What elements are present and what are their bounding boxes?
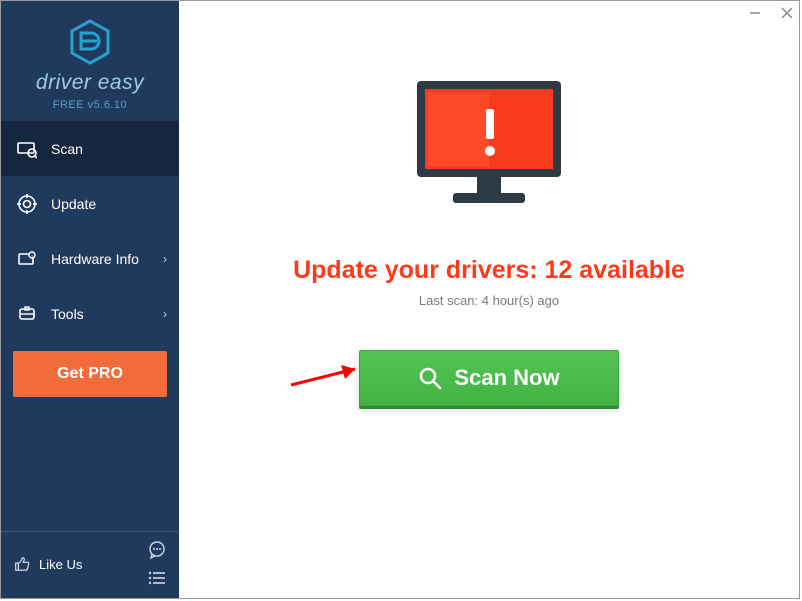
update-icon <box>15 194 39 214</box>
scan-button-label: Scan Now <box>454 365 559 391</box>
nav: Scan Update i Hardware Info › Tools <box>1 121 179 341</box>
monitor-alert-graphic <box>399 75 579 230</box>
close-button[interactable] <box>778 4 796 22</box>
scan-now-button[interactable]: Scan Now <box>359 350 619 406</box>
close-icon <box>781 7 793 19</box>
like-us-button[interactable]: Like Us <box>13 555 82 573</box>
nav-item-scan[interactable]: Scan <box>1 121 179 176</box>
nav-item-label: Tools <box>51 306 84 322</box>
menu-list-icon[interactable] <box>147 568 167 588</box>
chevron-right-icon: › <box>163 252 167 266</box>
app-version: FREE v5.6.10 <box>1 99 179 111</box>
sidebar-footer: Like Us <box>1 531 179 598</box>
tools-icon <box>15 304 39 324</box>
hardware-info-icon: i <box>15 249 39 269</box>
headline-text: Update your drivers: 12 available <box>293 256 685 285</box>
app-window: driver easy FREE v5.6.10 Scan Update i <box>0 0 800 599</box>
footer-icons <box>147 540 167 588</box>
svg-text:i: i <box>31 254 32 260</box>
nav-item-label: Update <box>51 196 96 212</box>
scan-icon <box>15 139 39 159</box>
minimize-button[interactable] <box>746 4 764 22</box>
annotation-arrow-icon <box>287 355 377 395</box>
app-logo-icon <box>67 19 113 65</box>
nav-item-tools[interactable]: Tools › <box>1 286 179 341</box>
logo-block: driver easy FREE v5.6.10 <box>1 1 179 121</box>
last-scan-text: Last scan: 4 hour(s) ago <box>419 293 559 308</box>
sidebar: driver easy FREE v5.6.10 Scan Update i <box>1 1 179 598</box>
main-panel: Update your drivers: 12 available Last s… <box>179 1 799 598</box>
minimize-icon <box>749 7 761 19</box>
app-brand-name: driver easy <box>1 71 179 95</box>
nav-item-label: Scan <box>51 141 83 157</box>
nav-item-update[interactable]: Update <box>1 176 179 231</box>
nav-item-label: Hardware Info <box>51 251 139 267</box>
window-controls <box>746 4 796 22</box>
thumbs-up-icon <box>13 555 31 573</box>
like-us-label: Like Us <box>39 557 82 572</box>
chevron-right-icon: › <box>163 307 167 321</box>
magnifier-icon <box>418 366 442 390</box>
feedback-icon[interactable] <box>147 540 167 560</box>
get-pro-button[interactable]: Get PRO <box>13 351 167 397</box>
nav-item-hardware-info[interactable]: i Hardware Info › <box>1 231 179 286</box>
